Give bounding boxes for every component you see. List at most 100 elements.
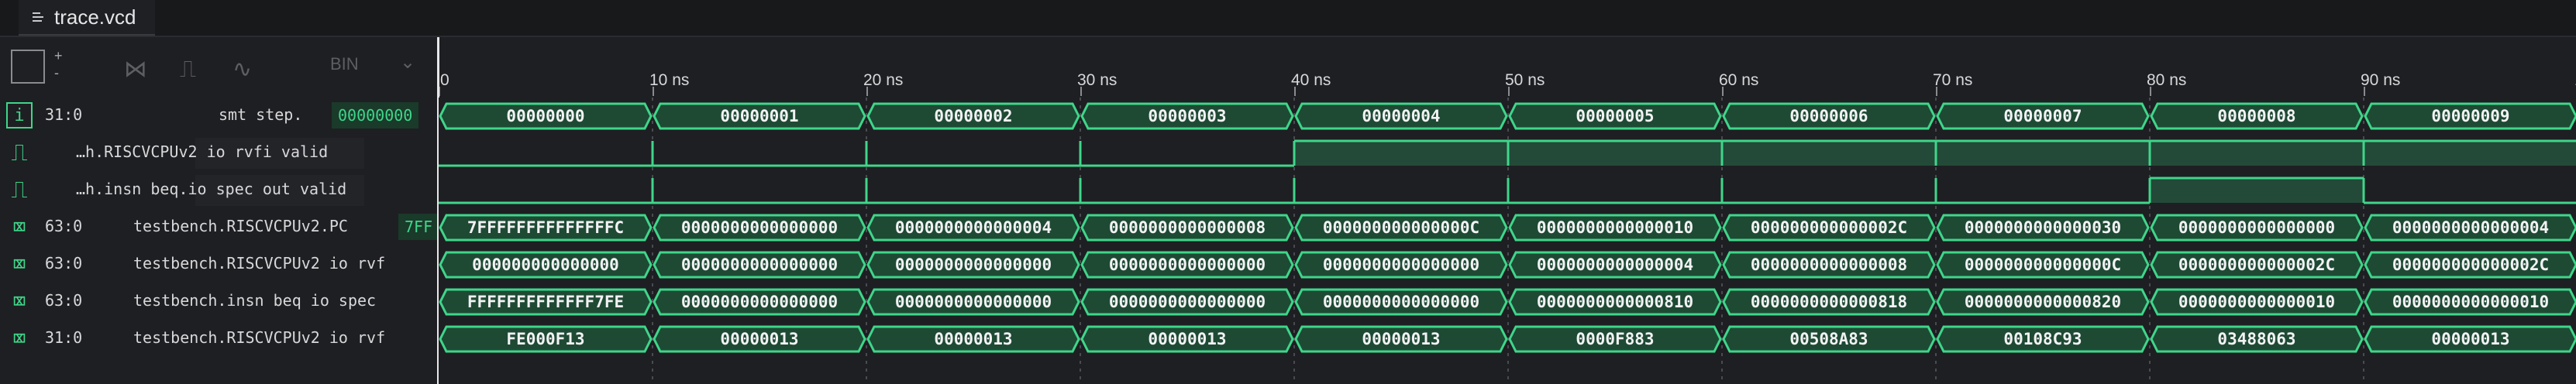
waveform-area[interactable]: 00000000 00000001 00000002 00000003 00000004… <box>439 98 2576 384</box>
file-lines-icon <box>33 10 46 24</box>
analog-wave-icon[interactable]: ∿ <box>232 56 252 83</box>
signal-color-swatch[interactable] <box>11 50 45 84</box>
segment-value-label: 7FFFFFFFFFFFFFFC <box>467 218 624 237</box>
segment-value-label: 0000000000000818 <box>1751 293 1907 311</box>
signal-row[interactable]: ⌧ 63:0 testbench.RISCVCPUv2 io rvf <box>0 246 439 282</box>
segment-value-label: 0000000000000010 <box>2178 293 2335 311</box>
signal-bit-range: 63:0 <box>45 291 83 310</box>
time-tick-label: 0 <box>440 71 449 89</box>
expand-arrows-icon[interactable]: ⋈ <box>124 56 147 83</box>
segment-value-label: 0000000000000010 <box>2392 293 2549 311</box>
waveform-canvas[interactable]: 00000000 00000001 00000002 00000003 00000004… <box>439 98 2576 384</box>
signal-row[interactable]: ⎍ …h.insn beq.io spec out valid <box>0 172 439 207</box>
segment-value-label: 00108C93 <box>2003 330 2082 348</box>
chevron-down-icon[interactable]: ⌄ <box>400 51 415 74</box>
segment-value-label: 000000000000002C <box>2392 255 2549 274</box>
time-tick-mark <box>2364 87 2365 96</box>
vector-signal-icon: ⌧ <box>12 324 27 352</box>
segment-value-label: 0000000000000000 <box>681 218 838 237</box>
time-tick-mark <box>1936 87 1937 96</box>
segment-value-label: 0000000000000030 <box>1965 218 2121 237</box>
expand-plus-button[interactable]: + <box>54 48 63 64</box>
time-tick-label: 70 ns <box>1933 71 1973 89</box>
segment-value-label: FFFFFFFFFFFFF7FE <box>467 293 624 311</box>
vector-signal-icon: ⌧ <box>12 213 27 241</box>
segment-value-label: 0000000000000000 <box>895 255 1052 274</box>
segment-value-label: 00000001 <box>720 107 798 125</box>
segment-value-label: 00000013 <box>720 330 798 348</box>
bit-high-fill <box>2150 178 2364 203</box>
segment-value-label: 0000000000000000 <box>1323 293 1479 311</box>
signal-bit-range: 31:0 <box>45 105 83 124</box>
tab-trace-vcd[interactable]: trace.vcd <box>19 0 155 36</box>
segment-value-label: 0000000000000000 <box>681 293 838 311</box>
signal-row[interactable]: ⌧ 31:0 testbench.RISCVCPUv2 io rvf <box>0 321 439 356</box>
signal-name: smt step. <box>219 105 303 124</box>
segment-value-label: 0000000000000000 <box>1323 255 1479 274</box>
signal-row[interactable]: ⌧ 63:0 testbench.insn beq io spec <box>0 283 439 319</box>
segment-value-label: 00000008 <box>2217 107 2295 125</box>
time-tick-label: 60 ns <box>1719 71 1759 89</box>
signal-row[interactable]: ⌧ 63:0 testbench.RISCVCPUv2.PC 7FF <box>0 209 439 245</box>
bit-high-fill <box>1294 141 1508 166</box>
time-tick-label: 80 ns <box>2147 71 2187 89</box>
segment-value-label: 0000000000000008 <box>1109 218 1266 237</box>
segment-value-label: 00000004 <box>1362 107 1440 125</box>
segment-value-label: 0000000000000000 <box>895 293 1052 311</box>
segment-value-label: 000000000000000 <box>472 255 619 274</box>
bit-high-fill <box>1722 141 1936 166</box>
segment-value-label: 00000003 <box>1148 107 1226 125</box>
segment-value-label: 000000000000000C <box>1323 218 1479 237</box>
segment-value-label: 0000000000000810 <box>1537 293 1693 311</box>
bit-high-fill <box>1936 141 2150 166</box>
segment-value-label: 000000000000000C <box>1965 255 2121 274</box>
segment-value-label: 0000000000000000 <box>2178 218 2335 237</box>
segment-value-label: 00000013 <box>1362 330 1440 348</box>
signal-name: …h.insn beq.io spec out valid <box>76 180 347 198</box>
segment-value-label: 03488063 <box>2217 330 2295 348</box>
signal-name: testbench.RISCVCPUv2 io rvf <box>133 254 386 273</box>
segment-value-label: 0000F883 <box>1576 330 1654 348</box>
segment-value-label: 0000000000000004 <box>895 218 1052 237</box>
radix-select[interactable]: BIN <box>330 54 359 74</box>
time-tick-mark <box>653 87 654 96</box>
signal-bit-range: 63:0 <box>45 217 83 235</box>
signal-bit-range: 31:0 <box>45 328 83 347</box>
segment-value-label: 0000000000000000 <box>1109 293 1266 311</box>
digital-wave-icon[interactable]: ⎍ <box>180 56 196 83</box>
segment-value-label: 00000013 <box>934 330 1012 348</box>
time-tick-label: 40 ns <box>1291 71 1331 89</box>
segment-value-label: 0000000000000004 <box>2392 218 2549 237</box>
segment-value-label: 000000000000002C <box>1751 218 1907 237</box>
time-tick-mark <box>1508 87 1510 96</box>
signal-name: …h.RISCVCPUv2 io rvfi valid <box>76 142 329 161</box>
signal-row[interactable]: ⎍ …h.RISCVCPUv2 io rvfi valid <box>0 135 439 170</box>
tab-bar: trace.vcd <box>0 0 2576 37</box>
time-tick-mark <box>2150 87 2151 96</box>
segment-value-label: 0000000000000820 <box>1965 293 2121 311</box>
segment-value-label: 0000000000000004 <box>1537 255 1693 274</box>
signal-row[interactable]: i 31:0 smt step. 00000000 <box>0 98 439 133</box>
collapse-minus-button[interactable]: - <box>54 65 59 81</box>
time-tick-label: 50 ns <box>1505 71 1545 89</box>
signal-name: testbench.RISCVCPUv2.PC <box>133 217 348 235</box>
segment-value-label: 00000000 <box>506 107 584 125</box>
segment-value-label: 000000000000002C <box>2178 255 2335 274</box>
time-tick-mark <box>1294 87 1296 96</box>
segment-value-label: 00000013 <box>1148 330 1226 348</box>
segment-value-label: 00000006 <box>1789 107 1868 125</box>
segment-value-label: 00508A83 <box>1789 330 1868 348</box>
segment-value-label: FE000F13 <box>506 330 584 348</box>
segment-value-label: 00000007 <box>2003 107 2082 125</box>
signal-cursor-value: 00000000 <box>332 102 419 129</box>
segment-value-label: 0000000000000008 <box>1751 255 1907 274</box>
integer-signal-icon: i <box>6 102 33 129</box>
segment-value-label: 00000005 <box>1576 107 1654 125</box>
signal-bit-range: 63:0 <box>45 254 83 273</box>
signal-cursor-value: 7FF <box>398 214 439 240</box>
time-tick-mark <box>1722 87 1724 96</box>
time-tick-label: 10 ns <box>649 71 690 89</box>
bit-high-fill <box>2364 141 2576 166</box>
tab-title: trace.vcd <box>54 5 136 29</box>
waveform-viewer: trace.vcd + - ⋈ ⎍ ∿ BIN ⌄ 0 10 ns 20 ns 30 … <box>0 0 2576 384</box>
